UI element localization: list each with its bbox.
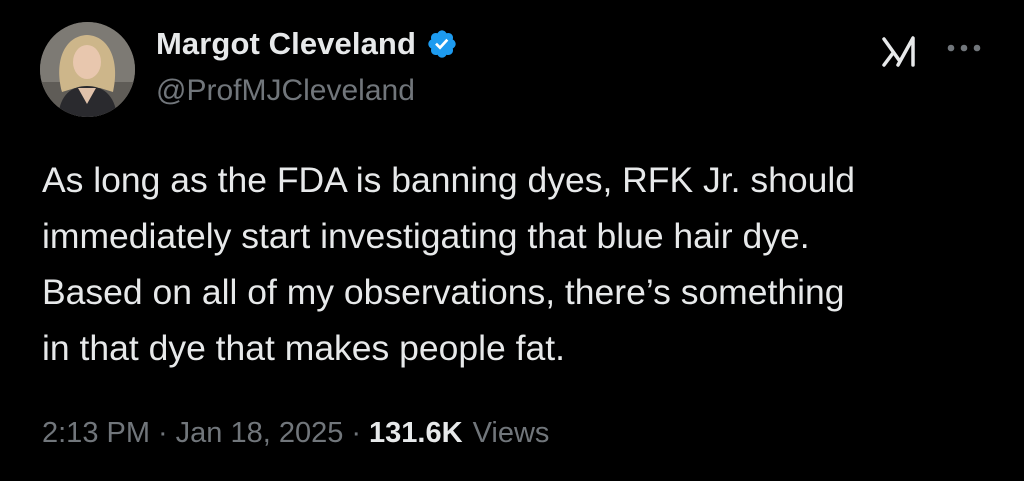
tweet-date[interactable]: Jan 18, 2025	[176, 417, 344, 450]
meta-separator: ·	[158, 417, 168, 449]
more-options-icon[interactable]	[942, 30, 986, 66]
author-handle[interactable]: @ProfMJCleveland	[156, 74, 415, 108]
author-avatar[interactable]	[40, 22, 135, 117]
verified-badge-icon[interactable]	[426, 28, 458, 60]
grok-icon[interactable]	[880, 32, 920, 72]
meta-separator: ·	[351, 417, 362, 449]
tweet-text-line: Based on all of my observations, there’s…	[42, 272, 845, 312]
tweet-text-line: in that dye that makes people fat.	[42, 328, 565, 368]
views-count[interactable]: 131.6K	[369, 417, 463, 450]
tweet-text-line: As long as the FDA is banning dyes, RFK …	[42, 160, 855, 200]
tweet-text-line: immediately start investigating that blu…	[42, 216, 810, 256]
tweet-card: Margot Cleveland @ProfMJCleveland As lon…	[0, 0, 1024, 481]
author-name-row: Margot Cleveland	[156, 26, 458, 62]
tweet-time[interactable]: 2:13 PM	[42, 417, 150, 450]
avatar-photo-icon	[40, 22, 135, 117]
author-display-name[interactable]: Margot Cleveland	[156, 26, 416, 62]
tweet-meta-row: 2:13 PM · Jan 18, 2025 · 131.6K Views	[42, 417, 549, 450]
views-label: Views	[472, 417, 550, 449]
tweet-text: As long as the FDA is banning dyes, RFK …	[42, 152, 1002, 376]
